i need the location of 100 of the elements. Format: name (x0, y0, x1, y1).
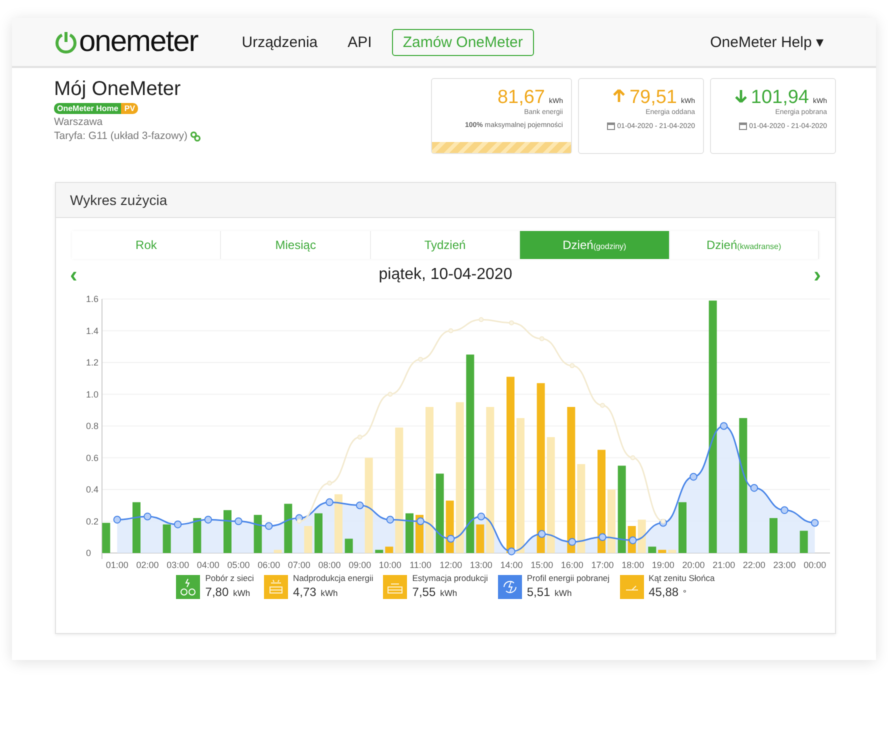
stat-value: 101,94 (750, 87, 809, 108)
order-button[interactable]: Zamów OneMeter (392, 28, 534, 56)
axis-label: 22:00 (742, 560, 766, 570)
point (690, 472, 698, 481)
period-tab[interactable]: Dzień(kwadranse) (670, 231, 820, 259)
panel-title: Wykres zużycia (56, 183, 835, 218)
point (386, 516, 394, 524)
help-menu[interactable]: OneMeter Help ▾ (700, 29, 834, 55)
period-tab[interactable]: Miesiąc (221, 231, 371, 259)
axis-label: 0 (86, 548, 92, 558)
axis-label: 0.8 (86, 421, 99, 431)
legend-value: 45,88 (648, 585, 679, 599)
point (810, 518, 819, 527)
axis-label: 12:00 (440, 560, 462, 570)
stat-value: 79,51 (629, 87, 677, 108)
axis-label: 0.2 (86, 516, 99, 526)
point (448, 328, 454, 334)
legend-value: 5,51 (526, 585, 550, 599)
unit-label: kWh (320, 588, 338, 598)
axis-label: 1.4 (86, 326, 99, 336)
axis-label: 01:00 (106, 560, 128, 570)
legend-value: 4,73 (292, 585, 316, 599)
point (264, 522, 273, 530)
axis-label: 23:00 (773, 560, 796, 570)
point (296, 518, 302, 524)
point (388, 392, 393, 397)
previous-button[interactable]: ‹ (68, 264, 80, 286)
point (538, 530, 546, 538)
axis-label: 00:00 (804, 560, 826, 570)
nav-link[interactable]: API (338, 30, 382, 54)
point (509, 320, 514, 326)
point (720, 422, 728, 430)
point (539, 336, 544, 342)
point (204, 516, 212, 524)
stat-value: 81,67 (497, 87, 545, 108)
point (326, 498, 334, 506)
tariff-text: Taryfa: G11 (układ 3-fazowy) (54, 130, 188, 142)
axis-label: 0.6 (86, 452, 99, 463)
point (628, 536, 637, 544)
point (508, 548, 516, 556)
legend-label: Nadprodukcja energii (292, 573, 374, 583)
unit-label: kWh (554, 588, 572, 598)
point (477, 512, 486, 520)
axis-label: 08:00 (318, 560, 341, 570)
plan-badge: OneMeter Home (54, 103, 122, 114)
axis-label: 0.4 (86, 484, 99, 494)
axis-label: 16:00 (560, 560, 584, 570)
axis-label: 1.2 (86, 358, 99, 368)
axis-label: 05:00 (227, 560, 250, 570)
onemeter-logo[interactable]: onemeter (54, 25, 198, 59)
point (357, 434, 362, 440)
axis-label: 19:00 (652, 560, 674, 570)
point (570, 363, 575, 368)
axis-label: 02:00 (136, 560, 159, 570)
legend-label: Kąt zenitu Słońca (648, 573, 715, 583)
period-tab[interactable]: Tydzień (370, 231, 520, 259)
point (144, 512, 152, 520)
legend-label: Pobór z sieci (205, 573, 254, 583)
point (327, 480, 332, 486)
page-title: Mój OneMeter (54, 78, 182, 101)
point (234, 517, 242, 526)
unit-label: kWh (440, 588, 458, 598)
axis-label: 11:00 (410, 560, 432, 570)
point (174, 520, 182, 528)
axis-label: 10:00 (378, 560, 402, 570)
point (418, 356, 423, 362)
plan-badge: PV (121, 103, 138, 114)
axis-label: 03:00 (166, 560, 190, 570)
unit-label: kWh (233, 588, 250, 598)
axis-label: 13:00 (470, 560, 492, 570)
point (478, 317, 484, 322)
axis-label: 09:00 (348, 560, 372, 570)
period-tab[interactable]: Dzień(godziny) (520, 231, 670, 259)
point (113, 516, 122, 524)
axis-label: 15:00 (530, 560, 554, 570)
next-button[interactable]: › (812, 264, 823, 286)
axis-label: 04:00 (196, 560, 220, 570)
point (416, 517, 424, 526)
axis-label: 20:00 (682, 560, 705, 570)
nav-link[interactable]: Urządzenia (232, 30, 328, 54)
axis-label: 21:00 (712, 560, 736, 570)
axis-label: 1.6 (86, 294, 99, 304)
point (630, 455, 636, 460)
axis-label: 07:00 (288, 560, 310, 570)
point (660, 518, 666, 524)
point (780, 506, 788, 514)
unit-label: ° (683, 588, 686, 598)
axis-label: 18:00 (622, 560, 644, 570)
legend-label: Profil energii pobranej (526, 573, 610, 583)
axis-label: 06:00 (258, 560, 280, 570)
point (750, 484, 758, 492)
city-text: Warszawa (54, 116, 104, 128)
legend-value: 7,80 (205, 585, 229, 599)
point (568, 538, 576, 546)
point (356, 501, 364, 510)
axis-label: 1.0 (86, 389, 99, 400)
period-tab[interactable]: Rok (72, 231, 222, 259)
chart-date: piątek, 10-04-2020 (378, 266, 512, 284)
legend-label: Estymacja produkcji (412, 573, 488, 583)
axis-label: 14:00 (500, 560, 523, 570)
